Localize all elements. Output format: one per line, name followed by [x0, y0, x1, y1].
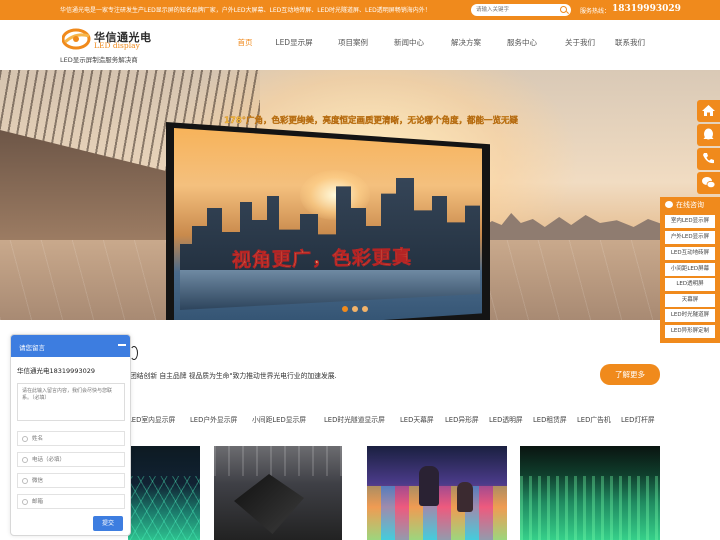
nav-home[interactable]: 首页: [228, 37, 262, 48]
tab-transparent[interactable]: LED透明屏: [489, 414, 523, 424]
phone-tool[interactable]: [697, 148, 720, 170]
consult-item[interactable]: 天幕屏: [665, 294, 715, 307]
top-bar: 华信通光电是一家专注研发生产LED显示屏的知名品牌厂家，户外LED大屏幕、LED…: [0, 0, 720, 20]
search-input[interactable]: [476, 5, 556, 15]
email-input[interactable]: [32, 497, 120, 507]
photo-person: [457, 482, 473, 512]
phone-input[interactable]: [32, 455, 120, 465]
consult-panel: 在线咨询 室内LED显示屏 户外LED显示屏 LED互动地砖屏 小间距LED屏幕…: [660, 197, 720, 343]
consult-item[interactable]: LED异形屏定制: [665, 325, 715, 338]
banner-pagination: [342, 306, 368, 312]
home-tool[interactable]: [697, 100, 720, 122]
nav-contact[interactable]: 联系我们: [610, 37, 650, 48]
tab-outdoor[interactable]: LED户外显示屏: [190, 414, 237, 424]
product-photo[interactable]: [214, 446, 342, 540]
banner-dot[interactable]: [342, 306, 348, 312]
submit-button[interactable]: 提交: [93, 516, 123, 531]
hotline-number: 18319993029: [612, 4, 681, 14]
wechat-tool[interactable]: [697, 172, 720, 194]
consult-item[interactable]: 小间距LED屏幕: [665, 263, 715, 276]
tab-ad-machine[interactable]: LED广告机: [577, 414, 611, 424]
wechat-input[interactable]: [32, 476, 120, 486]
nav-service[interactable]: 服务中心: [494, 37, 550, 48]
top-notice: 华信通光电是一家专注研发生产LED显示屏的知名品牌厂家，户外LED大屏幕、LED…: [60, 7, 431, 14]
tab-irregular[interactable]: LED异形屏: [445, 414, 479, 424]
consult-item[interactable]: LED透明屏: [665, 278, 715, 291]
about-text: 团结创新 自主品牌 视品质为生命"致力推动世界光电行业的加速发展.: [130, 372, 337, 380]
logo-slogan: LED显示屏制造服务解决商: [60, 56, 138, 64]
hotline-label: 服务热线：: [580, 8, 611, 15]
product-photo[interactable]: [367, 446, 507, 540]
search-box[interactable]: [471, 4, 571, 16]
consult-item[interactable]: LED互动地砖屏: [665, 247, 715, 260]
section-heading-mark: [130, 346, 138, 360]
name-input[interactable]: [32, 434, 120, 444]
consult-item[interactable]: 室内LED显示屏: [665, 215, 715, 228]
product-photo[interactable]: [520, 446, 660, 540]
banner-dot[interactable]: [362, 306, 368, 312]
consult-item[interactable]: 户外LED显示屏: [665, 231, 715, 244]
phone-icon: [703, 153, 714, 164]
main-nav: 首页 LED显示屏 项目案例 新闻中心 解决方案 服务中心 关于我们 联系我们: [228, 37, 650, 48]
logo-english: LED display: [94, 41, 140, 50]
consult-item[interactable]: LED时光隧道屏: [665, 309, 715, 322]
banner-tagline: 视角更广，色彩更真: [231, 246, 413, 272]
consult-title-text: 在线咨询: [676, 201, 704, 209]
message-widget: 请您留言 华信通光电18319993029 提交: [10, 334, 131, 536]
email-icon: [22, 499, 28, 505]
wechat-icon: [702, 177, 716, 189]
tab-rental[interactable]: LED租赁屏: [533, 414, 567, 424]
qq-icon: [703, 128, 714, 140]
phone-field[interactable]: [17, 452, 125, 467]
user-icon: [22, 436, 28, 442]
nav-news[interactable]: 新闻中心: [380, 37, 438, 48]
photo-pyramid-screen: [234, 474, 304, 534]
consult-title[interactable]: 在线咨询: [665, 200, 704, 210]
wechat-field[interactable]: [17, 473, 125, 488]
tab-indoor[interactable]: LED室内显示屏: [128, 414, 175, 424]
message-content-input[interactable]: [17, 383, 125, 421]
message-header[interactable]: 请您留言: [11, 335, 130, 357]
tab-time-tunnel[interactable]: LED时光隧道显示屏: [324, 414, 385, 424]
banner-dot[interactable]: [352, 306, 358, 312]
photo-person: [419, 466, 439, 506]
side-toolbar: [697, 100, 720, 196]
nav-led-display[interactable]: LED显示屏: [262, 37, 326, 48]
hero-banner[interactable]: 178°广角，色彩更绚美，亮度恒定画质更清晰，无论哪个角度，都能一览无疑 视角更…: [0, 70, 720, 320]
message-title: 请您留言: [19, 344, 45, 352]
banner-headline: 178°广角，色彩更绚美，亮度恒定画质更清晰，无论哪个角度，都能一览无疑: [224, 116, 518, 126]
photo-led-wall: [520, 476, 660, 540]
nav-about[interactable]: 关于我们: [550, 37, 610, 48]
learn-more-button[interactable]: 了解更多: [600, 364, 660, 385]
nav-cases[interactable]: 项目案例: [326, 37, 380, 48]
wechat-field-icon: [22, 478, 28, 484]
logo-icon[interactable]: [62, 28, 92, 50]
message-company: 华信通光电18319993029: [17, 367, 95, 375]
qq-tool[interactable]: [697, 124, 720, 146]
tab-pole-screen[interactable]: LED灯杆屏: [621, 414, 655, 424]
site-header: 华信通光电 LED display LED显示屏制造服务解决商 首页 LED显示…: [0, 20, 720, 70]
home-icon: [702, 105, 715, 116]
photo-ceiling: [214, 446, 342, 476]
minimize-icon[interactable]: [118, 344, 126, 346]
nav-solutions[interactable]: 解决方案: [438, 37, 494, 48]
name-field[interactable]: [17, 431, 125, 446]
photo-floor-grid: [128, 476, 200, 540]
tab-sky-screen[interactable]: LED天幕屏: [400, 414, 434, 424]
chat-icon: [665, 201, 673, 208]
tab-fine-pitch[interactable]: 小间距LED显示屏: [252, 414, 306, 424]
product-photo[interactable]: [128, 446, 200, 540]
phone-field-icon: [22, 457, 28, 463]
email-field[interactable]: [17, 494, 125, 509]
search-icon[interactable]: [560, 6, 567, 13]
